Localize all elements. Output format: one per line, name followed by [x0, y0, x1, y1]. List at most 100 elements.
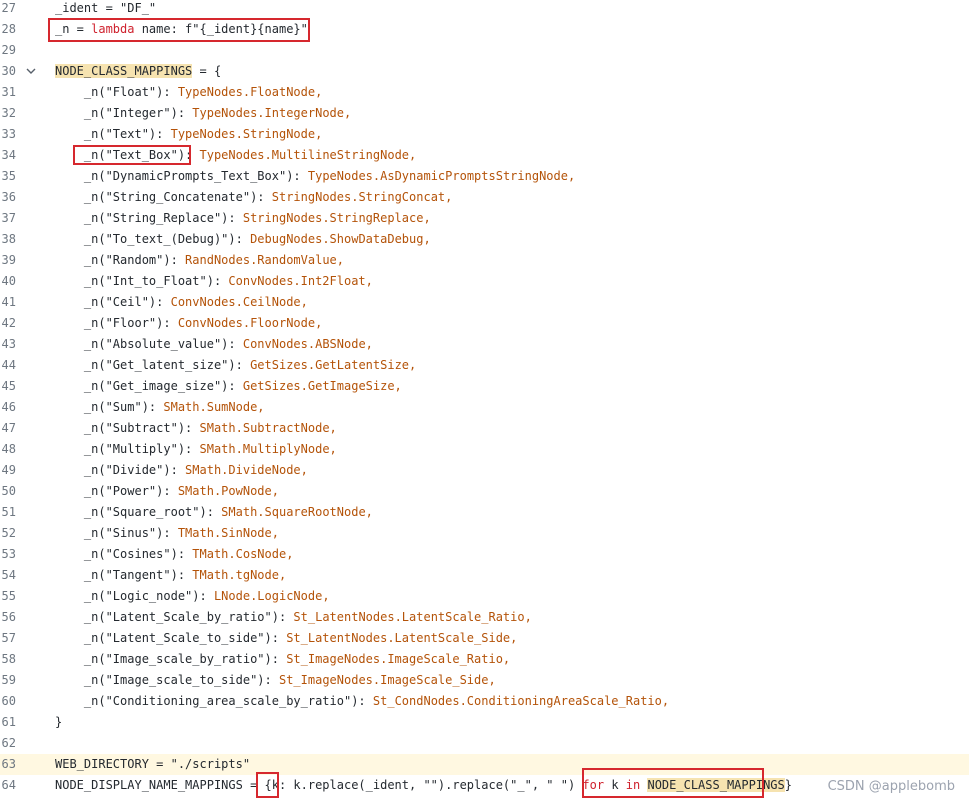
code-line[interactable]: 42 _n("Floor"): ConvNodes.FloorNode,: [0, 313, 969, 334]
code-line[interactable]: 57 _n("Latent_Scale_to_side"): St_Latent…: [0, 628, 969, 649]
code-token: }: [55, 715, 63, 729]
code-line[interactable]: 63 WEB_DIRECTORY = "./scripts": [0, 754, 969, 775]
code-text: _n("Cosines"): TMath.CosNode,: [55, 544, 294, 565]
code-editor[interactable]: 27 _ident = "DF_" 28 _n = lambda name: f"{_…: [0, 0, 969, 804]
code-text: _n("Power"): SMath.PowNode,: [55, 481, 279, 502]
code-token: SMath.SumNode,: [163, 400, 265, 414]
code-line[interactable]: 47 _n("Subtract"): SMath.SubtractNode,: [0, 418, 969, 439]
code-token: _n("Tangent"):: [55, 568, 193, 582]
code-line[interactable]: 27 _ident = "DF_": [0, 0, 969, 19]
code-token: St_ImageNodes.ImageScale_Ratio,: [286, 652, 511, 666]
code-text: _n("Ceil"): ConvNodes.CeilNode,: [55, 292, 308, 313]
code-line[interactable]: 51 _n("Square_root"): SMath.SquareRootNo…: [0, 502, 969, 523]
code-line[interactable]: 61}: [0, 712, 969, 733]
code-line[interactable]: 31 _n("Float"): TypeNodes.FloatNode,: [0, 82, 969, 103]
code-token: WEB_DIRECTORY = "./scripts": [55, 757, 251, 771]
code-token: SMath.DivideNode,: [185, 463, 308, 477]
code-text: _n = lambda name: f"{_ident}{name}": [55, 19, 308, 40]
line-number: 47: [1, 421, 16, 435]
line-number: 38: [1, 232, 16, 246]
line-number: 50: [1, 484, 16, 498]
code-token: TMath.tgNode,: [192, 568, 287, 582]
code-token: _n("Absolute_value"):: [55, 337, 243, 351]
code-text: _n("Square_root"): SMath.SquareRootNode,: [55, 502, 373, 523]
code-line[interactable]: 58 _n("Image_scale_by_ratio"): St_ImageN…: [0, 649, 969, 670]
line-number: 36: [1, 190, 16, 204]
code-line[interactable]: 62: [0, 733, 969, 754]
code-text: _n("Floor"): ConvNodes.FloorNode,: [55, 313, 322, 334]
code-text: _n("Get_image_size"): GetSizes.GetImageS…: [55, 376, 402, 397]
line-number: 28: [1, 22, 16, 36]
code-token: _n("String_Concatenate"):: [55, 190, 272, 204]
code-text: _n("Sinus"): TMath.SinNode,: [55, 523, 279, 544]
code-line[interactable]: 41 _n("Ceil"): ConvNodes.CeilNode,: [0, 292, 969, 313]
code-line[interactable]: 37 _n("String_Replace"): StringNodes.Str…: [0, 208, 969, 229]
code-line[interactable]: 38 _n("To_text_(Debug)"): DebugNodes.Sho…: [0, 229, 969, 250]
code-text: _n("Image_scale_by_ratio"): St_ImageNode…: [55, 649, 510, 670]
code-line[interactable]: 28 _n = lambda name: f"{_ident}{name}": [0, 19, 969, 40]
code-line[interactable]: 48 _n("Multiply"): SMath.MultiplyNode,: [0, 439, 969, 460]
code-token: GetSizes.GetLatentSize,: [250, 358, 417, 372]
code-token: _n("Cosines"):: [55, 547, 193, 561]
code-token: TypeNodes.AsDynamicPromptsStringNode,: [307, 169, 576, 183]
code-token: _n("Image_scale_by_ratio"):: [55, 652, 287, 666]
code-text: _ident = "DF_": [55, 0, 156, 19]
code-line[interactable]: 46 _n("Sum"): SMath.SumNode,: [0, 397, 969, 418]
code-token: _n("Sum"):: [55, 400, 164, 414]
code-line[interactable]: 55 _n("Logic_node"): LNode.LogicNode,: [0, 586, 969, 607]
code-line[interactable]: 36 _n("String_Concatenate"): StringNodes…: [0, 187, 969, 208]
line-number: 34: [1, 148, 16, 162]
code-token: _n("To_text_(Debug)"):: [55, 232, 251, 246]
code-token: ConvNodes.CeilNode,: [170, 295, 308, 309]
code-token: _n("Get_image_size"):: [55, 379, 243, 393]
code-line[interactable]: 30 NODE_CLASS_MAPPINGS = {: [0, 61, 969, 82]
code-text: _n("Latent_Scale_to_side"): St_LatentNod…: [55, 628, 517, 649]
code-line[interactable]: 52 _n("Sinus"): TMath.SinNode,: [0, 523, 969, 544]
watermark-text: CSDN @applebomb: [827, 779, 955, 794]
code-line[interactable]: 59 _n("Image_scale_to_side"): St_ImageNo…: [0, 670, 969, 691]
chevron-down-icon[interactable]: [24, 61, 38, 82]
code-token: for: [582, 778, 605, 792]
code-line[interactable]: 33 _n("Text"): TypeNodes.StringNode,: [0, 124, 969, 145]
code-line[interactable]: 45 _n("Get_image_size"): GetSizes.GetIma…: [0, 376, 969, 397]
code-token: St_LatentNodes.LatentScale_Side,: [286, 631, 518, 645]
code-line[interactable]: 60 _n("Conditioning_area_scale_by_ratio"…: [0, 691, 969, 712]
code-token: _n("DynamicPrompts_Text_Box"):: [55, 169, 308, 183]
code-line[interactable]: 56 _n("Latent_Scale_by_ratio"): St_Laten…: [0, 607, 969, 628]
code-token: St_LatentNodes.LatentScale_Ratio,: [293, 610, 532, 624]
code-token: GetSizes.GetImageSize,: [242, 379, 402, 393]
code-line[interactable]: 53 _n("Cosines"): TMath.CosNode,: [0, 544, 969, 565]
code-token: SMath.MultiplyNode,: [199, 442, 337, 456]
line-number: 33: [1, 127, 16, 141]
code-line[interactable]: 29: [0, 40, 969, 61]
line-number: 52: [1, 526, 16, 540]
code-token: TypeNodes.IntegerNode,: [192, 106, 352, 120]
line-number: 39: [1, 253, 16, 267]
line-number: 53: [1, 547, 16, 561]
code-line[interactable]: 43 _n("Absolute_value"): ConvNodes.ABSNo…: [0, 334, 969, 355]
line-number: 44: [1, 358, 16, 372]
code-token: _n("Float"):: [55, 85, 178, 99]
code-line[interactable]: 54 _n("Tangent"): TMath.tgNode,: [0, 565, 969, 586]
code-line[interactable]: 50 _n("Power"): SMath.PowNode,: [0, 481, 969, 502]
code-token: _n("Latent_Scale_by_ratio"):: [55, 610, 294, 624]
code-token: St_CondNodes.ConditioningAreaScale_Ratio…: [372, 694, 670, 708]
code-token: NODE_DISPLAY_NAME_MAPPINGS = {k: k.repla…: [55, 778, 583, 792]
code-line[interactable]: 34 _n("Text_Box"): TypeNodes.MultilineSt…: [0, 145, 969, 166]
line-number: 29: [1, 43, 16, 57]
code-text: NODE_CLASS_MAPPINGS = {: [55, 61, 221, 82]
code-line[interactable]: 39 _n("Random"): RandNodes.RandomValue,: [0, 250, 969, 271]
code-token: NODE_CLASS_MAPPINGS: [647, 778, 785, 792]
code-line[interactable]: 35 _n("DynamicPrompts_Text_Box"): TypeNo…: [0, 166, 969, 187]
code-line[interactable]: 49 _n("Divide"): SMath.DivideNode,: [0, 460, 969, 481]
code-line[interactable]: 32 _n("Integer"): TypeNodes.IntegerNode,: [0, 103, 969, 124]
code-token: NODE_CLASS_MAPPINGS: [55, 64, 193, 78]
code-line[interactable]: 44 _n("Get_latent_size"): GetSizes.GetLa…: [0, 355, 969, 376]
code-token: in: [625, 778, 641, 792]
line-number: 45: [1, 379, 16, 393]
line-number: 48: [1, 442, 16, 456]
code-token: St_ImageNodes.ImageScale_Side,: [278, 673, 496, 687]
code-line[interactable]: 40 _n("Int_to_Float"): ConvNodes.Int2Flo…: [0, 271, 969, 292]
code-text: _n("Get_latent_size"): GetSizes.GetLaten…: [55, 355, 416, 376]
code-line[interactable]: 64 NODE_DISPLAY_NAME_MAPPINGS = {k: k.rep…: [0, 775, 969, 796]
